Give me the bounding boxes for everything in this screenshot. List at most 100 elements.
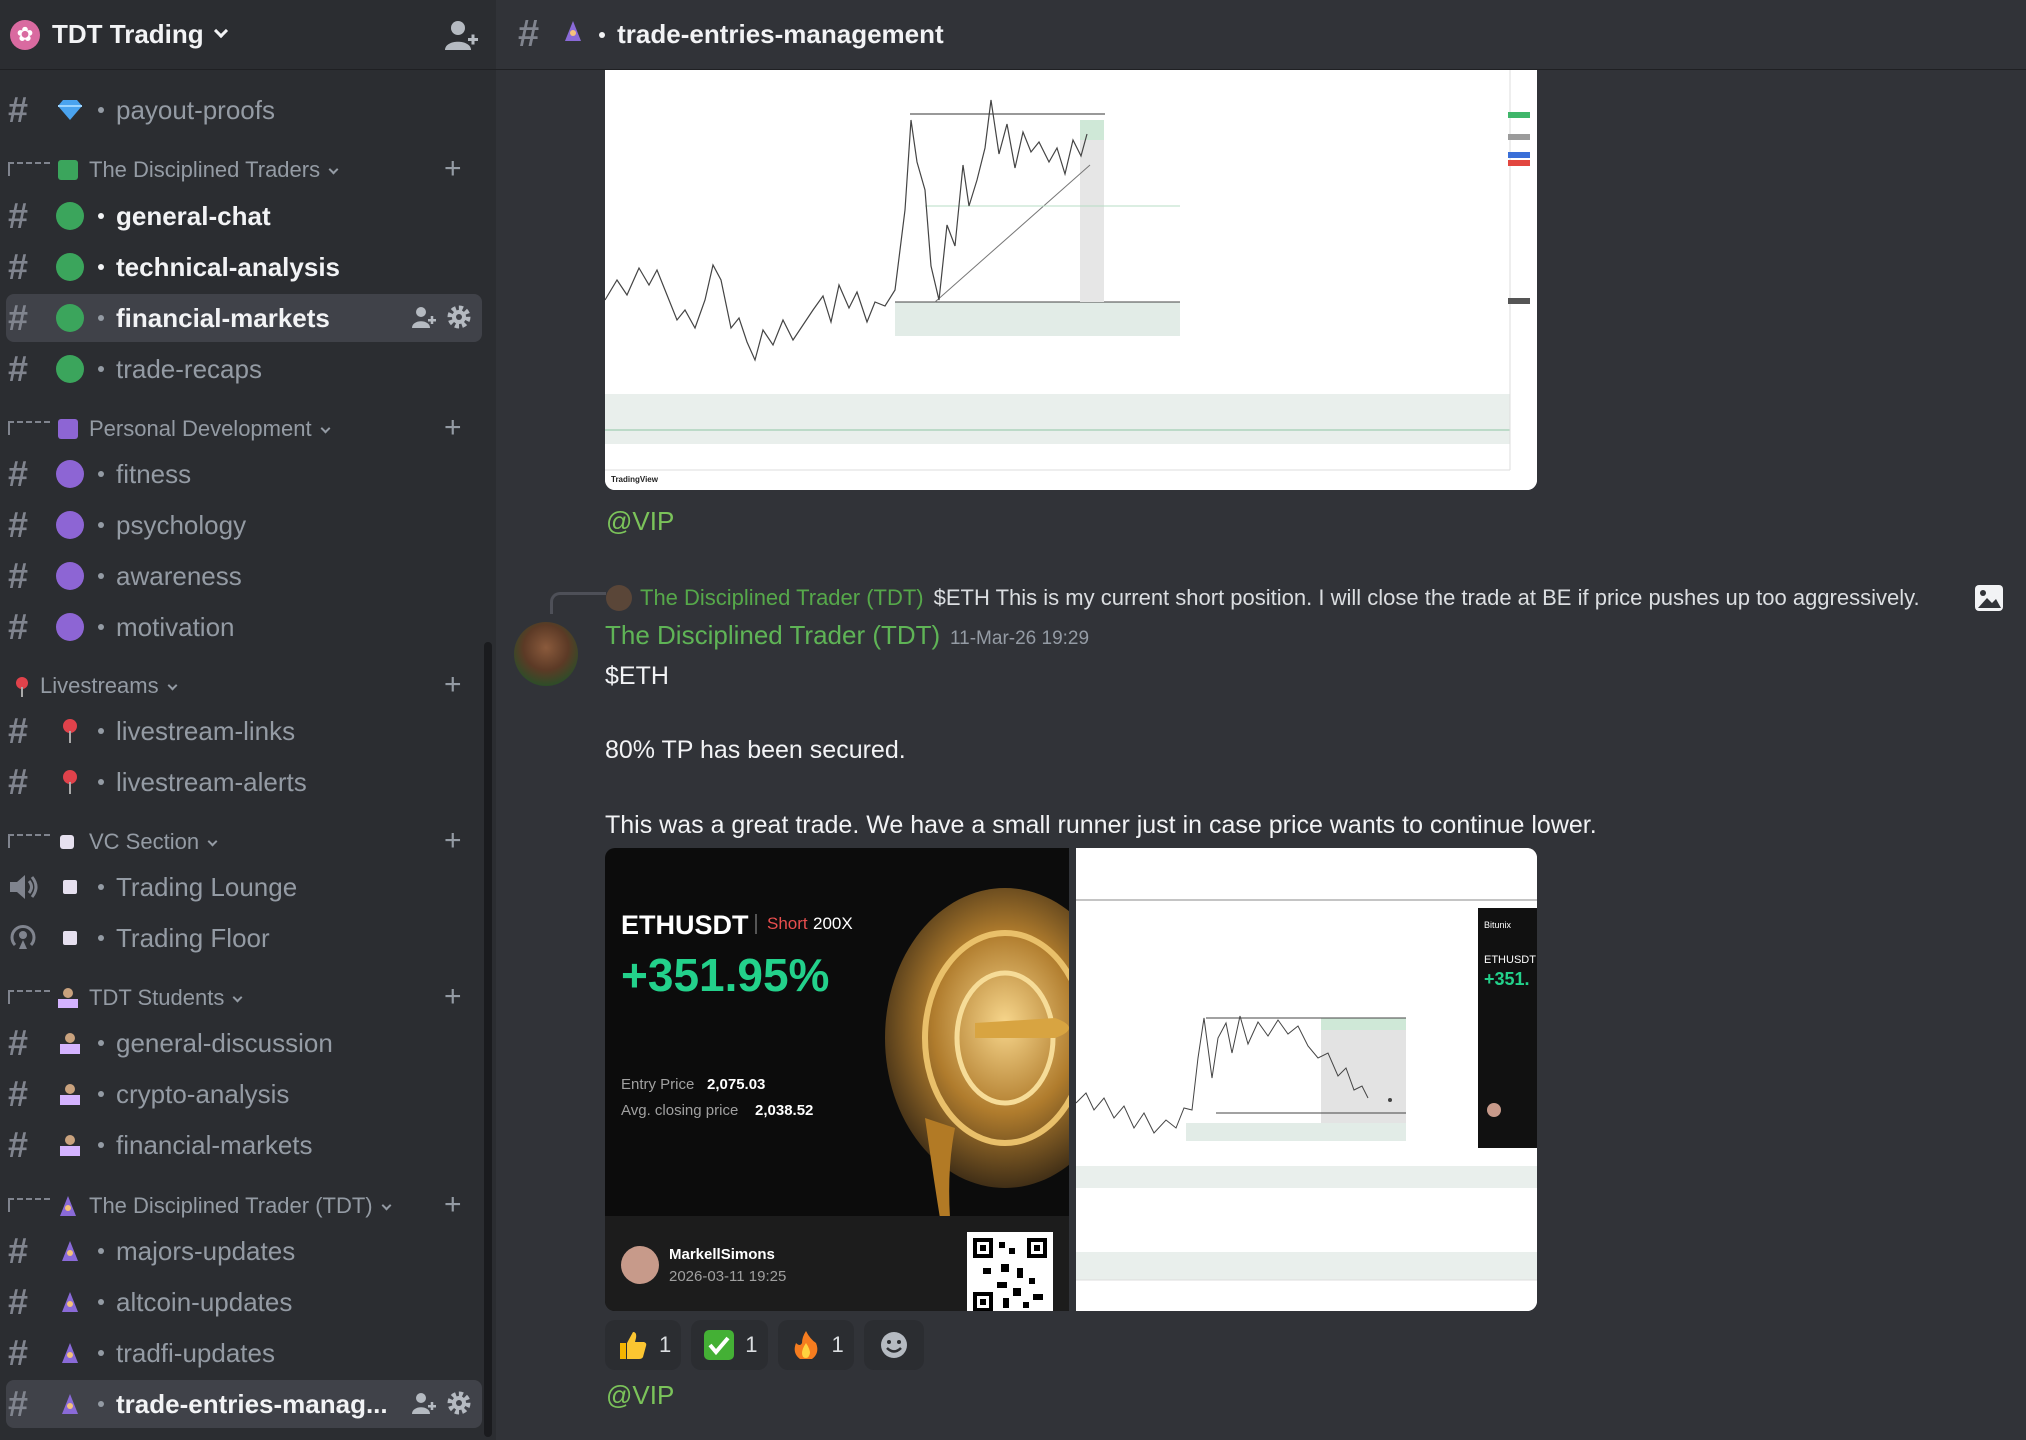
bullet [98, 213, 104, 219]
hash-icon: # [8, 555, 29, 596]
channel-financial-markets[interactable]: # financial-markets [6, 294, 482, 342]
tree-connector [8, 834, 50, 848]
reaction-count: 1 [831, 1332, 844, 1357]
stage-channel-trading-floor[interactable]: Trading Floor [0, 914, 490, 962]
create-channel-icon[interactable]: + [444, 668, 462, 702]
category-livestreams[interactable]: Livestreams + [0, 666, 490, 706]
channel-crypto-analysis[interactable]: # crypto-analysis [0, 1070, 490, 1118]
channel-label: awareness [116, 560, 242, 591]
channel-trade-recaps[interactable]: # trade-recaps [0, 345, 490, 393]
bullet [98, 884, 104, 890]
invite-member-icon[interactable] [410, 1390, 436, 1416]
chevron-down-icon [328, 164, 339, 175]
category-label: VC Section [89, 829, 218, 855]
settings-gear-icon[interactable] [446, 304, 472, 330]
pnl-card-attachment[interactable]: ETHUSDT Short 200X +351.95% Entry Price … [605, 848, 1069, 1311]
channel-livestream-links[interactable]: # livestream-links [0, 707, 490, 755]
chart-screenshot-attachment[interactable]: TradingView [605, 70, 1537, 490]
price-chart-image: TradingView [605, 70, 1537, 490]
channel-general-chat[interactable]: # general-chat [0, 192, 490, 240]
channel-psychology[interactable]: # psychology [0, 501, 490, 549]
replied-message-preview[interactable]: The Disciplined Trader (TDT) $ETH This i… [606, 580, 1920, 616]
channel-livestream-alerts[interactable]: # livestream-alerts [0, 758, 490, 806]
vip-role-mention[interactable]: @VIP [606, 506, 674, 537]
purple-circle-icon [56, 562, 84, 590]
purple-circle-icon [56, 460, 84, 488]
create-channel-icon[interactable]: + [444, 152, 462, 186]
server-header[interactable]: ✿ TDT Trading [0, 0, 496, 70]
create-channel-icon[interactable]: + [444, 980, 462, 1014]
category-the-disciplined-traders[interactable]: The Disciplined Traders + [0, 150, 490, 190]
student-icon [56, 1080, 84, 1108]
wizard-icon [56, 1390, 84, 1418]
category-the-disciplined-trader-tdt[interactable]: The Disciplined Trader (TDT) + [0, 1186, 490, 1226]
invite-member-icon[interactable] [410, 304, 436, 330]
channel-majors-updates[interactable]: # majors-updates [0, 1227, 490, 1275]
chart-screenshot-attachment-2[interactable]: Bitunix ETHUSDT +351. [1076, 848, 1537, 1311]
channel-technical-analysis[interactable]: # technical-analysis [0, 243, 490, 291]
reply-author[interactable]: The Disciplined Trader (TDT) [640, 585, 924, 611]
speaker-icon [10, 875, 38, 899]
chevron-down-icon [213, 23, 228, 38]
sidebar-scrollbar[interactable] [484, 642, 492, 1437]
channel-general-discussion[interactable]: # general-discussion [0, 1019, 490, 1067]
chevron-down-icon [232, 992, 243, 1003]
category-label: TDT Students [89, 985, 243, 1011]
purple-square-icon [58, 419, 78, 439]
reaction-thumbs-up[interactable]: 1 [605, 1320, 682, 1370]
create-channel-icon[interactable]: + [444, 411, 462, 445]
chevron-down-icon [320, 423, 331, 434]
tree-connector [8, 162, 50, 176]
message-timestamp[interactable]: 11-Mar-26 19:29 [950, 628, 1089, 650]
hash-thread-icon: # [518, 13, 540, 55]
message-author[interactable]: The Disciplined Trader (TDT) [605, 620, 940, 651]
wizard-icon [56, 1288, 84, 1316]
channel-actions [410, 1390, 472, 1416]
bullet-coin-artwork [885, 888, 1069, 1218]
green-circle-icon [56, 253, 84, 281]
chevron-down-icon [207, 836, 218, 847]
channel-title: trade-entries-management [617, 19, 944, 49]
vip-role-mention[interactable]: @VIP [606, 1380, 674, 1411]
channel-label: tradfi-updates [116, 1337, 275, 1368]
chevron-down-icon [381, 1200, 392, 1211]
pnl-percentage: +351.95% [621, 949, 830, 1001]
reaction-fire[interactable]: 1 [777, 1320, 854, 1370]
hash-thread-icon: # [8, 1230, 29, 1271]
channel-tradfi-updates[interactable]: # tradfi-updates [0, 1329, 490, 1377]
smiley-icon [880, 1332, 907, 1358]
student-icon [56, 1029, 84, 1057]
bullet [98, 779, 104, 785]
channel-trade-entries-management[interactable]: # trade-entries-manag... [6, 1380, 482, 1428]
channel-motivation[interactable]: # motivation [0, 603, 490, 651]
add-reaction-button[interactable] [863, 1320, 924, 1370]
category-tdt-students[interactable]: TDT Students + [0, 978, 490, 1018]
voice-channel-trading-lounge[interactable]: Trading Lounge [0, 863, 490, 911]
channel-label: general-chat [116, 200, 271, 231]
category-vc-section[interactable]: VC Section + [0, 822, 490, 862]
channel-label: Trading Floor [116, 922, 270, 953]
tree-connector [8, 990, 50, 1004]
create-channel-icon[interactable]: + [444, 824, 462, 858]
card-date: 2026-03-11 19:25 [669, 1268, 787, 1285]
channel-payout-proofs[interactable]: # payout-proofs [0, 86, 490, 134]
create-channel-icon[interactable]: + [444, 1188, 462, 1222]
hash-thread-icon: # [8, 710, 29, 751]
channel-awareness[interactable]: # awareness [0, 552, 490, 600]
mini-pair: ETHUSDT [1484, 954, 1536, 966]
closing-price-label: Avg. closing price [621, 1102, 739, 1119]
category-personal-development[interactable]: Personal Development + [0, 409, 490, 449]
settings-gear-icon[interactable] [446, 1390, 472, 1416]
channel-altcoin-updates[interactable]: # altcoin-updates [0, 1278, 490, 1326]
reaction-check[interactable]: 1 [691, 1320, 768, 1370]
wizard-icon [56, 1339, 84, 1367]
channel-student-financial-markets[interactable]: # financial-markets [0, 1121, 490, 1169]
channel-label: payout-proofs [116, 94, 275, 125]
green-circle-icon [56, 304, 84, 332]
channel-fitness[interactable]: # fitness [0, 450, 490, 498]
hash-thread-icon: # [8, 1124, 29, 1165]
bullet [98, 573, 104, 579]
invite-people-icon[interactable] [442, 18, 478, 52]
author-avatar[interactable] [514, 622, 578, 686]
wizard-icon [56, 1237, 84, 1265]
